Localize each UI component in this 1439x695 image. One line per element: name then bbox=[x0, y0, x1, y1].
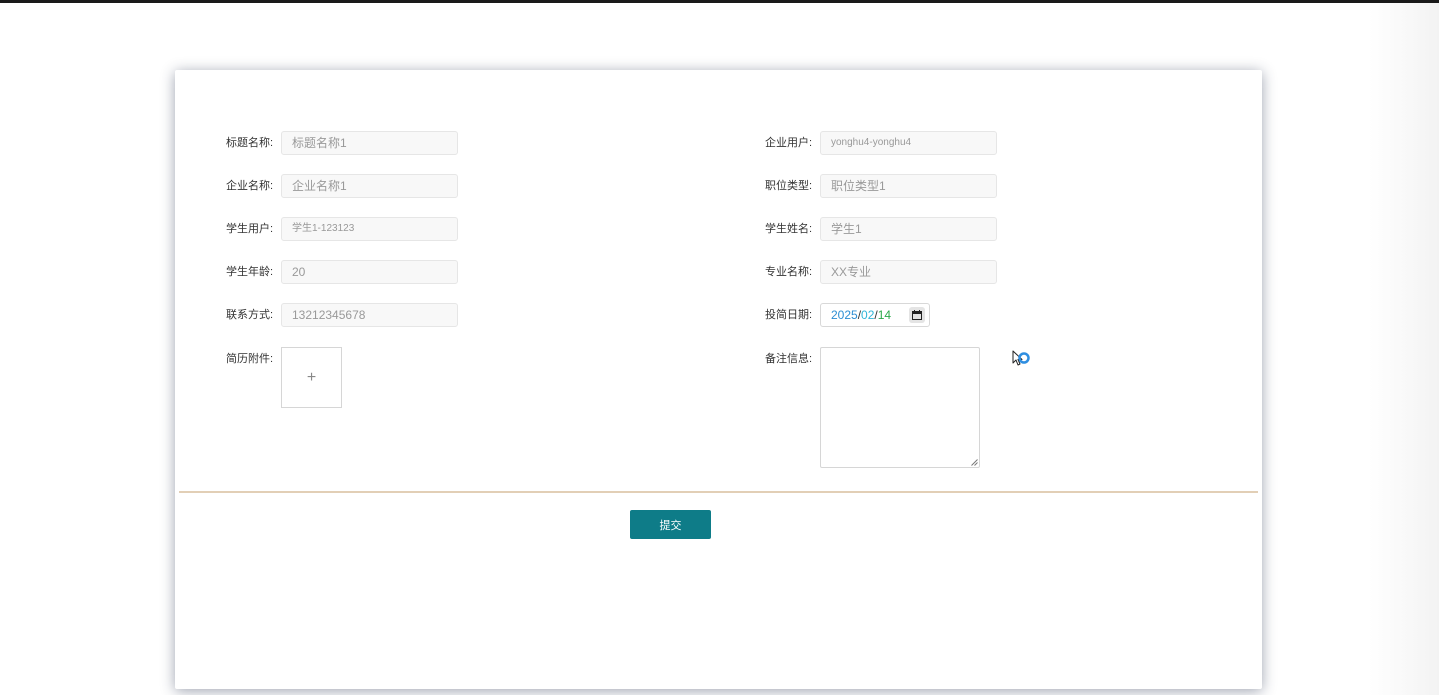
page-edge-shade bbox=[1369, 3, 1439, 695]
date-day[interactable]: 14 bbox=[878, 308, 891, 322]
job-type-label: 职位类型: bbox=[765, 180, 813, 192]
date-month[interactable]: 02 bbox=[861, 308, 874, 322]
form-divider bbox=[179, 491, 1258, 493]
student-user-label: 学生用户: bbox=[226, 223, 274, 235]
submit-date-label: 投简日期: bbox=[765, 309, 813, 321]
student-age-field[interactable] bbox=[281, 260, 458, 284]
company-user-label: 企业用户: bbox=[765, 137, 813, 149]
calendar-icon bbox=[912, 310, 922, 320]
company-user-field[interactable] bbox=[820, 131, 997, 155]
student-user-field[interactable] bbox=[281, 217, 458, 241]
major-name-field[interactable] bbox=[820, 260, 997, 284]
form-card: 标题名称: 企业用户: 企业名称: 职位类型: 学生用户: 学生姓名: 学生年龄… bbox=[175, 70, 1262, 689]
remark-textarea[interactable] bbox=[820, 347, 980, 468]
submit-date-input[interactable]: 2025/02/14 bbox=[820, 303, 930, 327]
company-name-field[interactable] bbox=[281, 174, 458, 198]
calendar-picker-button[interactable] bbox=[909, 307, 925, 323]
resize-grip-icon[interactable] bbox=[971, 459, 978, 466]
resume-attachment-label: 简历附件: bbox=[226, 353, 274, 365]
major-name-label: 专业名称: bbox=[765, 266, 813, 278]
busy-cursor-icon bbox=[1012, 350, 1030, 366]
date-year[interactable]: 2025 bbox=[831, 308, 858, 322]
submit-button[interactable]: 提交 bbox=[630, 510, 711, 539]
contact-label: 联系方式: bbox=[226, 309, 274, 321]
remark-label: 备注信息: bbox=[765, 353, 813, 365]
company-name-label: 企业名称: bbox=[226, 180, 274, 192]
title-name-label: 标题名称: bbox=[226, 137, 274, 149]
resume-upload-button[interactable]: + bbox=[281, 347, 342, 408]
student-name-label: 学生姓名: bbox=[765, 223, 813, 235]
title-name-field[interactable] bbox=[281, 131, 458, 155]
job-type-field[interactable] bbox=[820, 174, 997, 198]
contact-field[interactable] bbox=[281, 303, 458, 327]
student-name-field[interactable] bbox=[820, 217, 997, 241]
student-age-label: 学生年龄: bbox=[226, 266, 274, 278]
plus-icon: + bbox=[306, 368, 317, 386]
top-bar bbox=[0, 0, 1439, 3]
